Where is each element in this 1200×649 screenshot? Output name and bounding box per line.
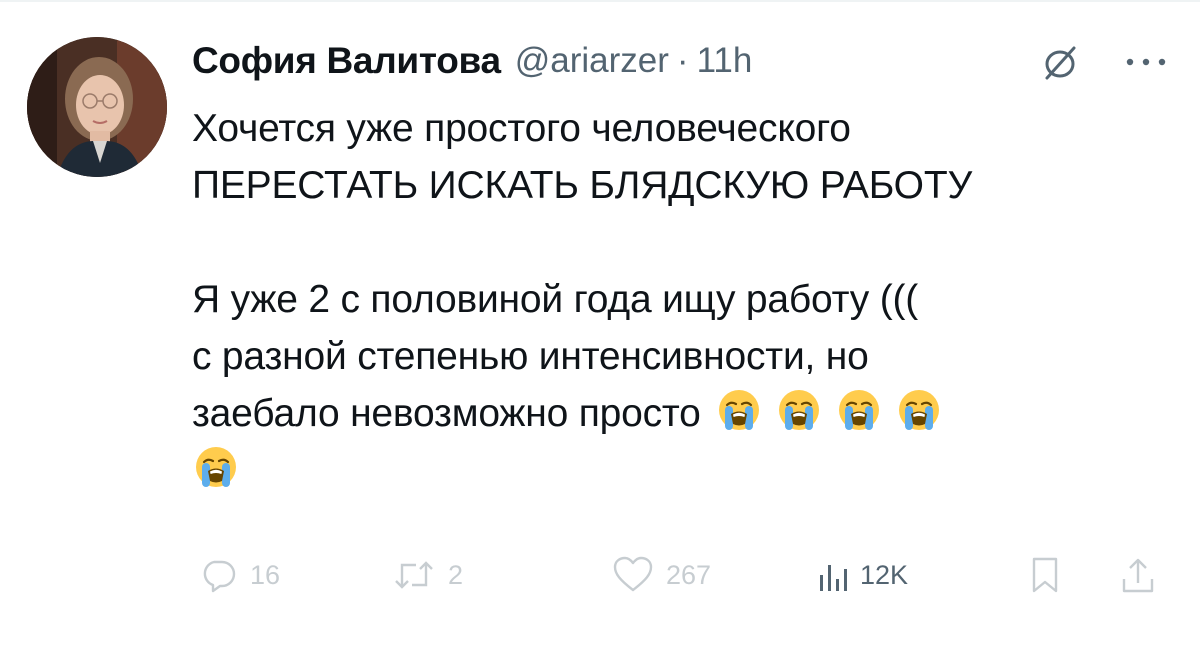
grok-icon[interactable] xyxy=(1040,43,1080,83)
tweet-text-line: заебало невозможно просто xyxy=(192,392,701,435)
share-button[interactable] xyxy=(1120,550,1156,600)
bookmark-button[interactable] xyxy=(1030,550,1060,600)
retweet-icon xyxy=(395,561,433,589)
like-button[interactable]: 267 xyxy=(612,550,711,600)
like-count: 267 xyxy=(666,559,712,590)
retweet-count: 2 xyxy=(448,559,464,590)
views-button[interactable]: 12K xyxy=(818,550,908,600)
tweet-actions: 16 2 267 12K xyxy=(192,550,1182,600)
user-avatar[interactable] xyxy=(27,37,167,177)
tweet-text-line: Хочется уже простого человеческого xyxy=(192,107,851,150)
tweet-text-line: с разной степенью интенсивности, но xyxy=(192,335,869,378)
bookmark-icon xyxy=(1032,557,1058,593)
tweet-text-line: Я уже 2 с половиной года ищу работу ((( xyxy=(192,278,919,321)
retweet-button[interactable]: 2 xyxy=(392,550,463,600)
loudly-crying-face-icon xyxy=(194,445,238,489)
tweet-text-line: ПЕРЕСТАТЬ ИСКАТЬ БЛЯДСКУЮ РАБОТУ xyxy=(192,164,973,207)
reply-count: 16 xyxy=(250,559,281,590)
tweet-text-emoji-line: заебало невозможно просто xyxy=(192,385,1182,442)
analytics-icon xyxy=(820,565,847,591)
views-count: 12K xyxy=(860,559,909,590)
avatar-photo xyxy=(27,37,167,177)
tweet-header: София Валитова @ariarzer · 11h xyxy=(192,36,992,86)
tweet-timestamp[interactable]: 11h xyxy=(697,41,753,81)
tweet[interactable]: София Валитова @ariarzer · 11h Хочется у… xyxy=(0,0,1200,649)
loudly-crying-face-icon xyxy=(777,388,821,432)
reply-button[interactable]: 16 xyxy=(198,550,280,600)
author-handle[interactable]: @ariarzer xyxy=(515,41,669,81)
share-icon xyxy=(1122,558,1154,593)
tweet-text-emoji-line xyxy=(192,442,1182,499)
reply-icon xyxy=(203,560,236,593)
loudly-crying-face-icon xyxy=(717,388,761,432)
loudly-crying-face-icon xyxy=(897,388,941,432)
author-display-name[interactable]: София Валитова xyxy=(192,40,501,82)
more-icon[interactable] xyxy=(1124,55,1168,67)
tweet-text: Хочется уже простого человеческого ПЕРЕС… xyxy=(192,100,1182,499)
heart-icon xyxy=(613,556,653,592)
separator-dot: · xyxy=(676,41,689,80)
loudly-crying-face-icon xyxy=(837,388,881,432)
